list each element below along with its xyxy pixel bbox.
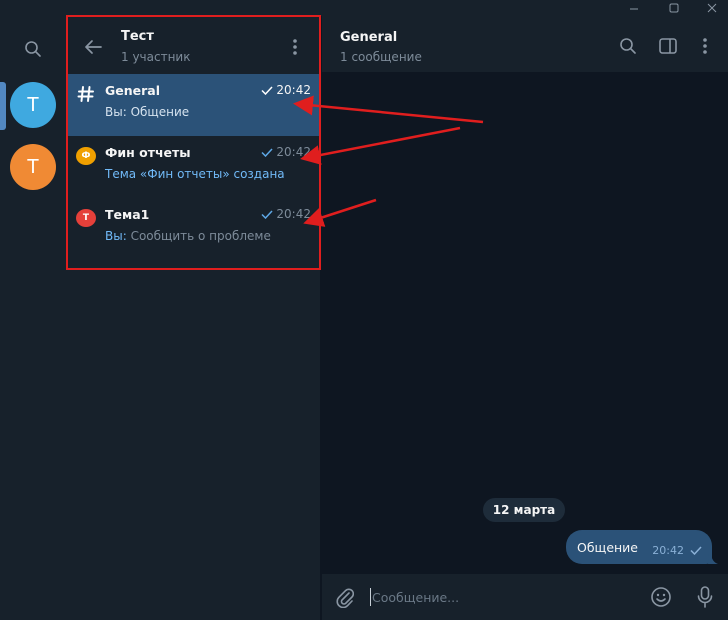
topic-time: 20:42 bbox=[261, 207, 311, 221]
chat-search-button[interactable] bbox=[616, 34, 640, 58]
message-text: Общение bbox=[577, 540, 638, 555]
date-separator: 12 марта bbox=[483, 498, 565, 522]
back-button[interactable] bbox=[80, 34, 106, 60]
topic-bubble-icon: Ф bbox=[76, 146, 96, 166]
check-icon bbox=[261, 147, 273, 157]
maximize-button[interactable] bbox=[658, 0, 690, 16]
topic-item-fin-reports[interactable]: Ф Фин отчеты 20:42 Тема «Фин отчеты» соз… bbox=[66, 136, 321, 198]
topic-time-label: 20:42 bbox=[276, 83, 311, 97]
group-member-count: 1 участник bbox=[121, 50, 191, 64]
more-vertical-icon bbox=[703, 38, 707, 54]
avatar-letter: Т bbox=[26, 155, 40, 178]
topic-time: 20:42 bbox=[261, 145, 311, 159]
annotation-arrow-general bbox=[293, 95, 484, 124]
topic-time: 20:42 bbox=[261, 83, 311, 97]
topic-name: General bbox=[105, 83, 160, 98]
close-icon bbox=[707, 3, 717, 13]
preview-sender: Вы: bbox=[105, 229, 131, 243]
chat-avatar-second[interactable]: Т bbox=[10, 144, 56, 190]
message-composer bbox=[322, 574, 728, 620]
emoji-button[interactable] bbox=[648, 584, 674, 610]
microphone-icon bbox=[697, 586, 713, 608]
chat-more-button[interactable] bbox=[694, 34, 716, 58]
topic-preview: Вы: Сообщить о проблеме bbox=[105, 229, 271, 243]
topic-item-general[interactable]: General 20:42 Вы: Общение bbox=[66, 74, 321, 136]
paperclip-icon bbox=[336, 588, 354, 608]
voice-message-button[interactable] bbox=[692, 584, 718, 610]
emoji-icon bbox=[651, 587, 671, 607]
topic-preview: Тема «Фин отчеты» создана bbox=[105, 167, 285, 181]
more-vertical-icon bbox=[293, 39, 297, 55]
search-icon bbox=[620, 38, 636, 54]
topics-panel: Тест 1 участник General 20:42 Вы: Общени… bbox=[66, 16, 321, 620]
maximize-icon bbox=[669, 3, 679, 13]
window-titlebar bbox=[0, 0, 728, 16]
arrow-left-icon bbox=[85, 40, 102, 54]
annotation-arrow-fin bbox=[300, 126, 461, 165]
attach-button[interactable] bbox=[332, 584, 358, 610]
chat-folder-column: Т Т bbox=[0, 16, 66, 620]
topic-preview: Вы: Общение bbox=[105, 105, 189, 119]
more-menu-button[interactable] bbox=[284, 34, 306, 60]
chat-title: General bbox=[340, 30, 398, 45]
group-title: Тест bbox=[121, 29, 154, 44]
check-icon bbox=[261, 209, 273, 219]
minimize-icon bbox=[630, 8, 638, 10]
topic-name: Тема1 bbox=[105, 207, 150, 222]
preview-text: Сообщить о проблеме bbox=[130, 229, 271, 243]
chat-avatar-test-active[interactable]: Т bbox=[10, 82, 56, 128]
topic-time-label: 20:42 bbox=[276, 145, 311, 159]
chat-header: General 1 сообщение bbox=[322, 16, 728, 73]
close-button[interactable] bbox=[696, 0, 728, 16]
topic-name: Фин отчеты bbox=[105, 145, 191, 160]
hash-icon bbox=[76, 84, 96, 104]
topic-time-label: 20:42 bbox=[276, 207, 311, 221]
check-icon bbox=[690, 546, 702, 555]
active-chat-indicator bbox=[0, 82, 6, 130]
message-meta: 20:42 bbox=[652, 544, 702, 557]
chat-message-count: 1 сообщение bbox=[340, 50, 422, 64]
topic-bubble-icon: Т bbox=[76, 208, 96, 228]
topics-header: Тест 1 участник bbox=[66, 16, 321, 74]
sidebar-panel-icon bbox=[659, 38, 677, 54]
avatar-letter: Т bbox=[26, 93, 40, 116]
outgoing-message[interactable]: Общение 20:42 bbox=[566, 530, 718, 564]
message-time: 20:42 bbox=[652, 544, 684, 557]
preview-text: Общение bbox=[130, 105, 190, 119]
topic-icon-letter: Ф bbox=[81, 151, 91, 161]
toggle-sidebar-button[interactable] bbox=[656, 34, 680, 58]
bubble-tail bbox=[708, 554, 718, 564]
search-icon bbox=[25, 41, 41, 57]
preview-sender: Вы: bbox=[105, 105, 131, 119]
topic-icon-letter: Т bbox=[82, 213, 90, 223]
message-input[interactable] bbox=[370, 587, 630, 607]
search-button[interactable] bbox=[18, 34, 48, 64]
minimize-button[interactable] bbox=[618, 0, 650, 16]
topic-item-tema1[interactable]: Т Тема1 20:42 Вы: Сообщить о проблеме bbox=[66, 198, 321, 260]
check-icon bbox=[261, 85, 273, 95]
